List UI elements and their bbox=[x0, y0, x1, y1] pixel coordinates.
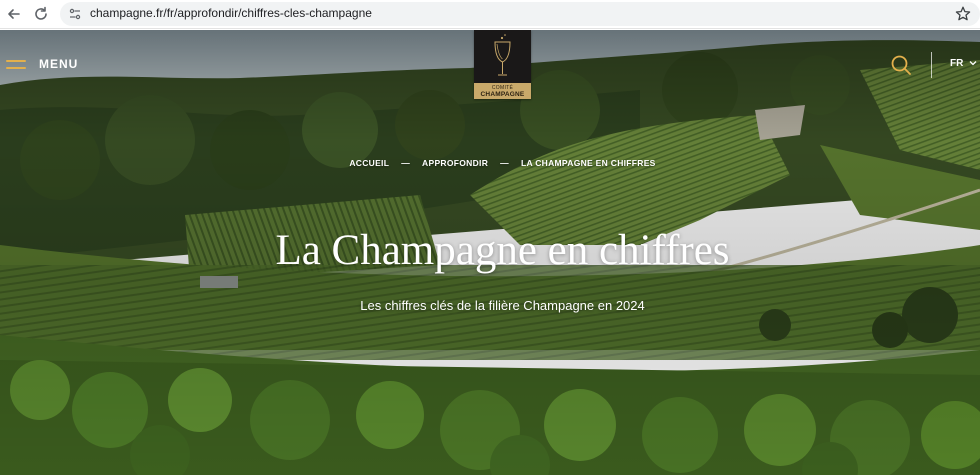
breadcrumb-separator: — bbox=[401, 158, 411, 168]
champagne-glass-icon bbox=[494, 34, 511, 76]
reload-icon[interactable] bbox=[31, 4, 51, 24]
site-info-icon[interactable] bbox=[68, 7, 82, 21]
page-subtitle: Les chiffres clés de la filière Champagn… bbox=[360, 298, 645, 313]
page-title: La Champagne en chiffres bbox=[275, 227, 730, 274]
hamburger-icon[interactable] bbox=[6, 58, 28, 72]
chevron-down-icon[interactable] bbox=[969, 60, 977, 66]
hero-section: MENU COMITÉ CHAMPAGNE FR ACCUEIL — APPROFO… bbox=[0, 30, 980, 475]
breadcrumb-item-current: LA CHAMPAGNE EN CHIFFRES bbox=[520, 158, 656, 168]
address-bar[interactable]: champagne.fr/fr/approfondir/chiffres-cle… bbox=[60, 2, 980, 26]
menu-label[interactable]: MENU bbox=[39, 57, 78, 71]
breadcrumb-separator: — bbox=[500, 158, 509, 168]
browser-toolbar: champagne.fr/fr/approfondir/chiffres-cle… bbox=[0, 0, 980, 29]
breadcrumb-item-accueil[interactable]: ACCUEIL bbox=[349, 158, 389, 168]
url-text[interactable]: champagne.fr/fr/approfondir/chiffres-cle… bbox=[90, 6, 372, 20]
breadcrumb: ACCUEIL — APPROFONDIR — LA CHAMPAGNE EN CHIF… bbox=[0, 158, 980, 168]
breadcrumb-item-approfondir[interactable]: APPROFONDIR bbox=[422, 158, 488, 168]
bookmark-star-icon[interactable] bbox=[954, 5, 972, 23]
logo-label: COMITÉ CHAMPAGNE bbox=[474, 83, 531, 99]
search-icon[interactable] bbox=[890, 54, 912, 76]
language-selector[interactable]: FR bbox=[950, 58, 963, 69]
back-arrow-icon[interactable] bbox=[4, 4, 24, 24]
comite-champagne-logo[interactable]: COMITÉ CHAMPAGNE bbox=[474, 30, 531, 99]
header-divider bbox=[931, 52, 932, 78]
logo-line-2: CHAMPAGNE bbox=[480, 91, 525, 98]
